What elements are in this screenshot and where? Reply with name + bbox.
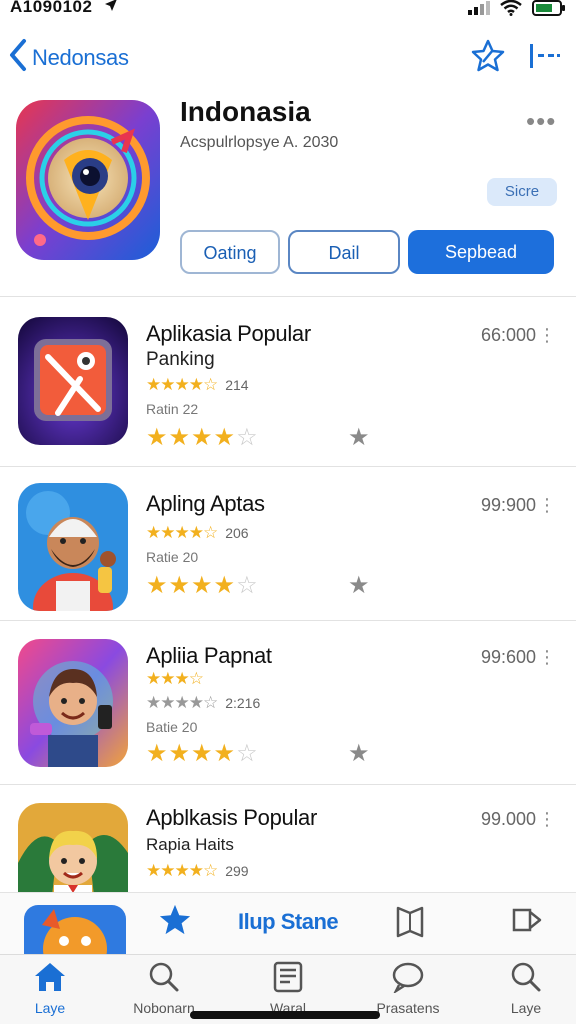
rating-label: Ratie 20: [146, 549, 199, 565]
back-button[interactable]: Nedonsas: [8, 38, 129, 77]
rating-count: 2:216: [225, 695, 261, 711]
app-name: Apblkasis Popular: [146, 805, 317, 830]
chat-icon: [391, 962, 425, 997]
list-item[interactable]: Aplikasia Popular Panking 66:000 ⋮ ★★★★☆…: [0, 296, 576, 466]
rating-button[interactable]: Oating: [180, 230, 280, 274]
tab-chat[interactable]: Prasatens: [358, 961, 458, 1016]
tab-label: Laye: [34, 1000, 66, 1016]
star-outline-icon[interactable]: [470, 38, 506, 79]
list-item[interactable]: Apliia Papnat 99:600 ⋮ ★★★☆ ★★★★☆ 2:216 …: [0, 620, 576, 784]
location-arrow-icon: [104, 0, 118, 17]
app-category: Rapia Haits: [146, 835, 234, 854]
mini-app-thumbnail[interactable]: [24, 905, 126, 955]
signal-icon: [468, 1, 490, 20]
app-name: Apliia Papnat: [146, 643, 272, 668]
app-price: 99.000: [480, 809, 536, 829]
more-options-button[interactable]: ⋮: [538, 647, 556, 668]
nav-bar: Nedonsas: [0, 36, 576, 80]
rating-label: Batie 20: [146, 719, 198, 735]
share-icon[interactable]: [512, 905, 542, 940]
book-icon[interactable]: [395, 905, 425, 944]
tab-search[interactable]: Nobonarn: [114, 961, 214, 1016]
store-badge[interactable]: Sicre: [487, 178, 557, 206]
tab-home[interactable]: Laye: [0, 961, 100, 1016]
app-icon: [18, 803, 128, 892]
list-icon: [273, 961, 303, 997]
chevron-left-icon: [8, 38, 28, 77]
app-price: 99:600: [480, 647, 536, 667]
status-time: A1090102: [10, 0, 93, 16]
hero-app-icon[interactable]: [16, 100, 160, 260]
app-price: 99:900: [480, 495, 536, 515]
detail-button[interactable]: Dail: [288, 230, 400, 274]
app-icon: [18, 317, 128, 445]
favorite-star-icon[interactable]: ★: [348, 739, 370, 768]
rating-count: 214: [225, 377, 249, 393]
rating-stars: ★★★★☆ 206: [146, 523, 249, 542]
rating-stars: ★★★★☆ 214: [146, 375, 249, 394]
menu-dash-icon[interactable]: [528, 42, 562, 75]
rating-stars: ★★★★☆ 299: [146, 861, 249, 880]
app-category: Panking: [146, 349, 215, 370]
back-label: Nedonsas: [32, 44, 129, 70]
favorite-star-icon[interactable]: ★: [348, 571, 370, 600]
battery-icon: [532, 0, 566, 21]
more-options-button[interactable]: •••: [526, 106, 556, 137]
search-icon: [510, 962, 542, 997]
rate-stars[interactable]: ★★★★☆: [146, 571, 259, 600]
app-header: Indonasia Acspulrlopsye A. 2030 ••• Sicr…: [0, 96, 576, 292]
more-options-button[interactable]: ⋮: [538, 325, 556, 346]
list-item[interactable]: Apling Aptas 99:900 ⋮ ★★★★☆ 206 Ratie 20…: [0, 466, 576, 620]
app-icon: [18, 639, 128, 767]
home-indicator: [190, 1011, 380, 1019]
rating-stars-secondary: ★★★★☆ 2:216: [146, 693, 261, 712]
tab-list[interactable]: Waral: [238, 961, 338, 1016]
list-item[interactable]: Apblkasis Popular Rapia Haits 99.000 ⋮ ★…: [0, 784, 576, 892]
status-icons: [468, 0, 566, 21]
download-button[interactable]: Sepbead: [408, 230, 554, 274]
action-buttons: Oating Dail Sepbead: [180, 230, 554, 274]
favorite-star-icon[interactable]: ★: [348, 423, 370, 452]
rating-stars: ★★★☆: [146, 669, 204, 688]
wifi-icon: [500, 0, 522, 21]
rate-stars[interactable]: ★★★★☆: [146, 423, 259, 452]
app-name: Apling Aptas: [146, 491, 265, 516]
search-icon: [148, 962, 180, 997]
app-title: Indonasia: [180, 96, 311, 127]
rate-stars[interactable]: ★★★★☆: [146, 739, 259, 768]
rating-label: Ratin 22: [146, 401, 199, 417]
tab-label: Laye: [510, 1000, 542, 1016]
status-bar: A1090102: [0, 0, 576, 20]
more-options-button[interactable]: ⋮: [538, 495, 556, 516]
more-options-button[interactable]: ⋮: [538, 809, 556, 830]
tab-search-2[interactable]: Laye: [476, 961, 576, 1016]
app-price: 66:000: [480, 325, 536, 345]
mini-bar: Ilup Stane: [0, 892, 576, 955]
rating-count: 206: [225, 525, 249, 541]
rating-count: 299: [225, 863, 249, 879]
app-name: Aplikasia Popular: [146, 321, 311, 346]
mini-bar-title[interactable]: Ilup Stane: [238, 909, 339, 935]
app-subtitle: Acspulrlopsye A. 2030: [180, 134, 339, 151]
home-icon: [33, 963, 67, 997]
star-filled-icon[interactable]: [158, 903, 192, 942]
app-icon: [18, 483, 128, 611]
